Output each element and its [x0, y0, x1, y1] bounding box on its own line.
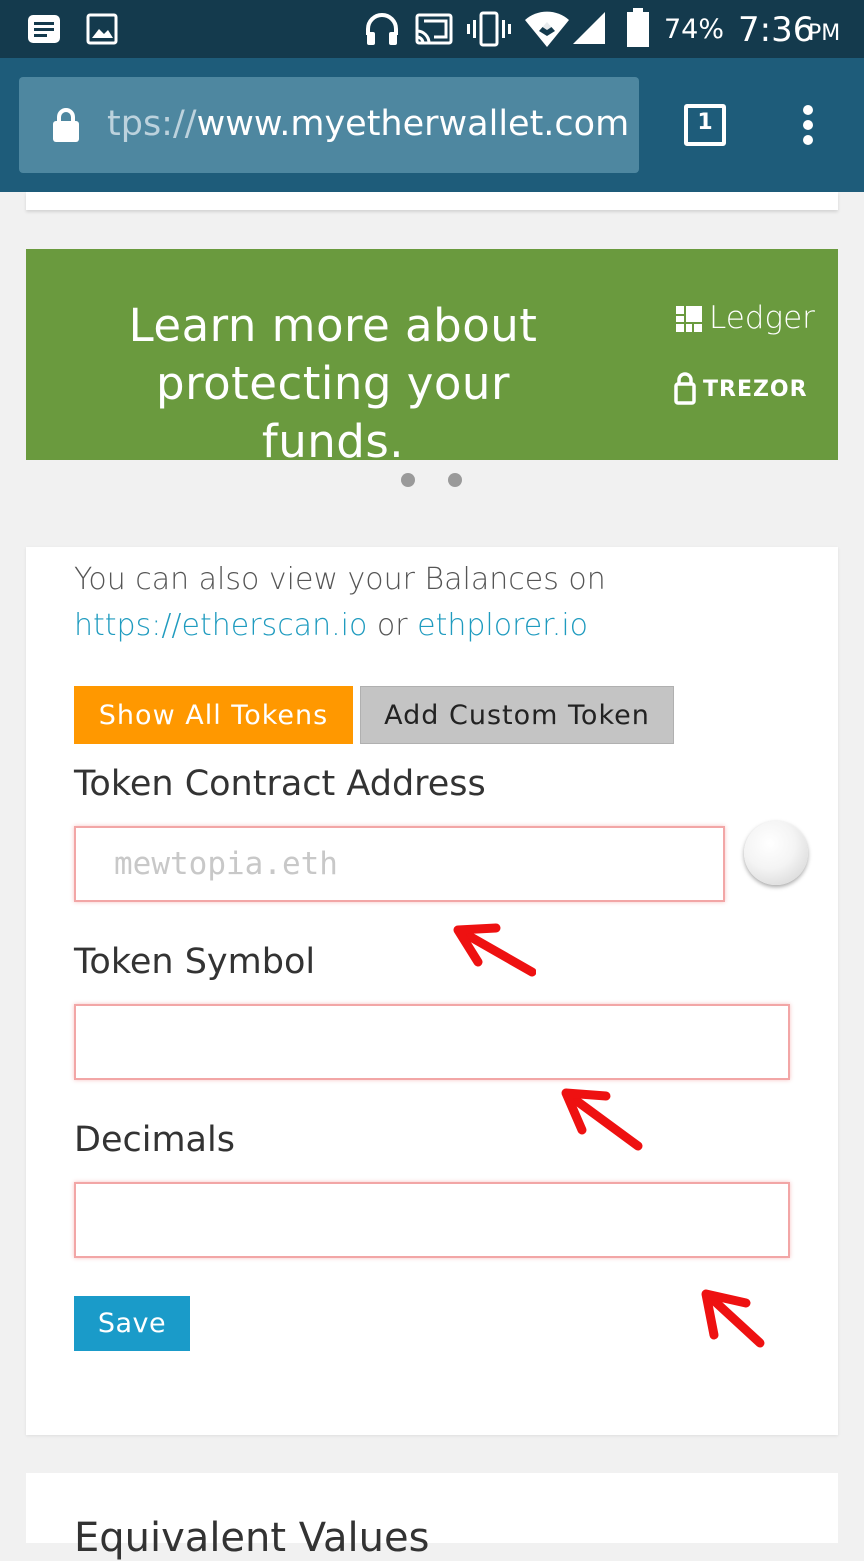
ethplorer-link[interactable]: ethplorer.io — [417, 608, 588, 643]
carousel-dot-1[interactable] — [401, 473, 415, 487]
save-button[interactable]: Save — [74, 1296, 190, 1351]
clock-ampm: PM — [808, 21, 841, 46]
lock-icon — [53, 108, 79, 142]
equivalent-values-heading: Equivalent Values — [74, 1515, 430, 1561]
decimals-input[interactable] — [74, 1182, 790, 1258]
menu-icon[interactable] — [800, 104, 816, 146]
clock-time: 7:36 — [738, 10, 815, 50]
balances-info-or: or — [376, 608, 408, 643]
image-icon — [86, 13, 118, 45]
etherscan-link[interactable]: https://etherscan.io — [74, 608, 367, 643]
trezor-text: TREZOR — [703, 377, 808, 402]
balances-info-prefix: You can also view your Balances on — [74, 562, 606, 597]
vibrate-icon — [467, 11, 511, 47]
battery-percent: 74% — [664, 14, 725, 45]
token-symbol-input[interactable] — [74, 1004, 790, 1080]
carousel-dot-2[interactable] — [448, 473, 462, 487]
token-contract-address-input[interactable] — [74, 826, 725, 902]
cast-icon — [415, 13, 453, 45]
banner-message: Learn more about protecting your funds. — [88, 297, 578, 471]
annotation-arrow-icon — [453, 923, 536, 977]
add-custom-token-button[interactable]: Add Custom Token — [360, 686, 674, 744]
url-text: tps://www.myetherwallet.com — [107, 104, 629, 144]
status-bar: 74% 7:36 PM — [0, 0, 864, 58]
balances-info: You can also view your Balances on https… — [74, 557, 814, 649]
banner-line-2: protecting your funds. — [156, 357, 510, 468]
address-identicon — [744, 821, 808, 885]
url-bar[interactable]: tps://www.myetherwallet.com — [19, 77, 639, 173]
tabs-button[interactable]: 1 — [684, 104, 726, 146]
equivalent-values-card: Equivalent Values — [26, 1473, 838, 1561]
signal-icon — [573, 12, 605, 44]
url-scheme: tps:// — [107, 104, 197, 144]
annotation-arrow-icon — [701, 1289, 765, 1348]
headphones-icon — [366, 13, 398, 45]
decimals-label: Decimals — [74, 1120, 235, 1160]
ledger-icon — [676, 306, 702, 332]
browser-toolbar: tps://www.myetherwallet.com 1 — [0, 58, 864, 192]
url-domain: www.myetherwallet.com — [196, 104, 630, 144]
notification-icon — [28, 15, 60, 43]
trezor-lock-icon — [674, 372, 696, 405]
ledger-text: Ledger — [709, 300, 815, 336]
annotation-arrow-icon — [561, 1088, 643, 1151]
token-contract-address-label: Token Contract Address — [74, 764, 486, 804]
security-banner[interactable]: Learn more about protecting your funds. … — [26, 249, 838, 468]
previous-card-bottom — [26, 192, 838, 210]
tab-count: 1 — [697, 110, 713, 135]
battery-icon — [627, 8, 649, 47]
show-all-tokens-button[interactable]: Show All Tokens — [74, 686, 353, 744]
banner-line-1: Learn more about — [128, 299, 538, 352]
token-symbol-label: Token Symbol — [74, 942, 316, 982]
wifi-icon — [525, 11, 569, 48]
